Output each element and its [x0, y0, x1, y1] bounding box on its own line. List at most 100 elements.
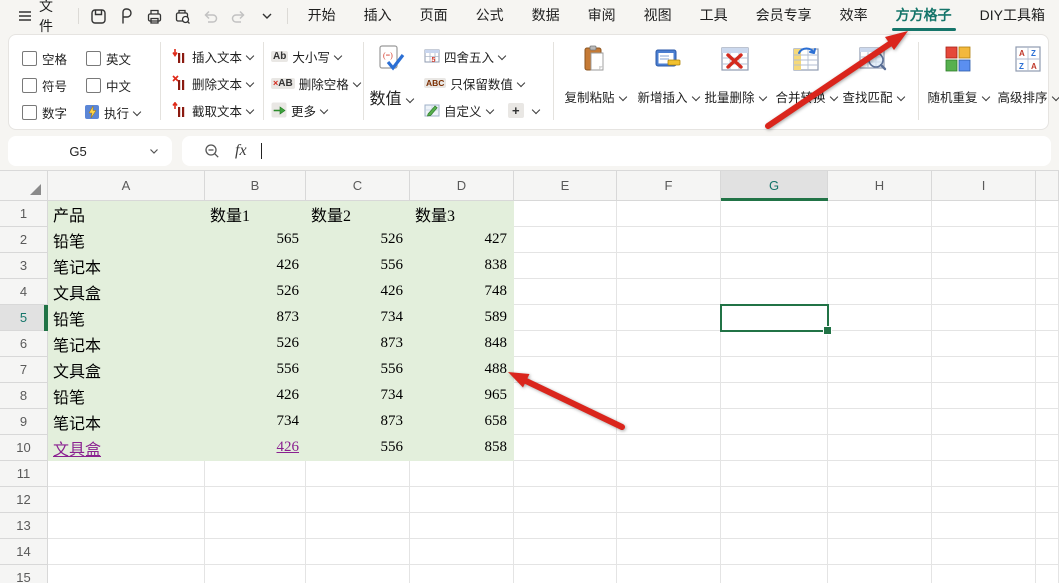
cell-J5[interactable]	[1036, 305, 1059, 331]
more-button[interactable]: 更多	[271, 100, 327, 120]
cell-A4[interactable]: 文具盒	[48, 279, 205, 305]
insert-text-button[interactable]: 插入文本	[172, 46, 253, 66]
cell-F9[interactable]	[617, 409, 721, 435]
row-header-4[interactable]: 4	[0, 279, 48, 305]
cell-B5[interactable]: 873	[205, 305, 306, 331]
cell-D4[interactable]: 748	[410, 279, 514, 305]
cell-G6[interactable]	[721, 331, 828, 357]
column-header-C[interactable]: C	[306, 171, 410, 201]
select-all-corner[interactable]	[0, 171, 48, 201]
cell-H5[interactable]	[828, 305, 932, 331]
tab-fangfanggezi[interactable]: 方方格子	[882, 0, 966, 32]
tab-tools[interactable]: 工具	[686, 0, 742, 32]
cell-I4[interactable]	[932, 279, 1036, 305]
fill-handle[interactable]	[823, 326, 832, 335]
cell-C6[interactable]: 873	[306, 331, 410, 357]
cell-F11[interactable]	[617, 461, 721, 487]
tab-efficiency[interactable]: 效率	[826, 0, 882, 32]
cell-H3[interactable]	[828, 253, 932, 279]
cell-B14[interactable]	[205, 539, 306, 565]
hamburger-menu-icon[interactable]	[16, 7, 34, 25]
cell-A11[interactable]	[48, 461, 205, 487]
tab-view[interactable]: 视图	[630, 0, 686, 32]
cell-B11[interactable]	[205, 461, 306, 487]
column-header-B[interactable]: B	[205, 171, 306, 201]
cell-D13[interactable]	[410, 513, 514, 539]
cell-D8[interactable]: 965	[410, 383, 514, 409]
cell-I7[interactable]	[932, 357, 1036, 383]
keep-numeric-button[interactable]: ABC 只保留数值	[424, 73, 524, 93]
cell-I6[interactable]	[932, 331, 1036, 357]
cell-E10[interactable]	[514, 435, 617, 461]
cell-C13[interactable]	[306, 513, 410, 539]
cell-B7[interactable]: 556	[205, 357, 306, 383]
cell-E5[interactable]	[514, 305, 617, 331]
cell-D14[interactable]	[410, 539, 514, 565]
cell-E1[interactable]	[514, 201, 617, 227]
cell-F5[interactable]	[617, 305, 721, 331]
cell-G3[interactable]	[721, 253, 828, 279]
cell-A15[interactable]	[48, 565, 205, 583]
cell-B2[interactable]: 565	[205, 227, 306, 253]
random-repeat-button[interactable]: 随机重复	[925, 44, 991, 106]
cell-C3[interactable]: 556	[306, 253, 410, 279]
execute-button[interactable]: 执行	[84, 102, 140, 122]
cell-A6[interactable]: 笔记本	[48, 331, 205, 357]
cell-C2[interactable]: 526	[306, 227, 410, 253]
file-menu[interactable]: 文件	[39, 0, 66, 36]
row-header-1[interactable]: 1	[0, 201, 48, 227]
cell-D6[interactable]: 848	[410, 331, 514, 357]
cell-F6[interactable]	[617, 331, 721, 357]
cell-C11[interactable]	[306, 461, 410, 487]
tab-review[interactable]: 审阅	[574, 0, 630, 32]
cell-C8[interactable]: 734	[306, 383, 410, 409]
formula-input[interactable]: fx	[182, 136, 1051, 166]
row-header-14[interactable]: 14	[0, 539, 48, 565]
cell-D3[interactable]: 838	[410, 253, 514, 279]
cell-G8[interactable]	[721, 383, 828, 409]
checkbox-number[interactable]: 数字	[22, 102, 67, 122]
cell-C10[interactable]: 556	[306, 435, 410, 461]
cell-B13[interactable]	[205, 513, 306, 539]
tab-member[interactable]: 会员专享	[742, 0, 826, 32]
tab-data[interactable]: 数据	[518, 0, 574, 32]
merge-convert-button[interactable]: 合并转换	[773, 44, 839, 106]
cell-E14[interactable]	[514, 539, 617, 565]
cell-C5[interactable]: 734	[306, 305, 410, 331]
cell-J7[interactable]	[1036, 357, 1059, 383]
tab-page[interactable]: 页面	[406, 0, 462, 32]
checkbox-symbol[interactable]: 符号	[22, 75, 67, 95]
column-header-blank[interactable]	[1036, 171, 1059, 201]
row-header-13[interactable]: 13	[0, 513, 48, 539]
column-header-I[interactable]: I	[932, 171, 1036, 201]
cell-H8[interactable]	[828, 383, 932, 409]
name-box[interactable]: G5	[8, 136, 172, 166]
cell-I2[interactable]	[932, 227, 1036, 253]
numeric-button[interactable]: (=) 数值	[364, 44, 418, 109]
row-header-8[interactable]: 8	[0, 383, 48, 409]
cell-G7[interactable]	[721, 357, 828, 383]
cell-E15[interactable]	[514, 565, 617, 583]
case-button[interactable]: Ab 大小写	[271, 46, 341, 66]
checkbox-icon[interactable]	[86, 78, 101, 93]
cell-C1[interactable]: 数量2	[306, 201, 410, 227]
cell-D9[interactable]: 658	[410, 409, 514, 435]
cell-J6[interactable]	[1036, 331, 1059, 357]
cell-G1[interactable]	[721, 201, 828, 227]
cell-H1[interactable]	[828, 201, 932, 227]
cell-G2[interactable]	[721, 227, 828, 253]
print-icon[interactable]	[146, 7, 164, 25]
cell-C7[interactable]: 556	[306, 357, 410, 383]
cell-J10[interactable]	[1036, 435, 1059, 461]
cell-F10[interactable]	[617, 435, 721, 461]
cell-C12[interactable]	[306, 487, 410, 513]
cell-G12[interactable]	[721, 487, 828, 513]
checkbox-icon[interactable]	[22, 105, 37, 120]
cell-A3[interactable]: 笔记本	[48, 253, 205, 279]
cell-A1[interactable]: 产品	[48, 201, 205, 227]
cell-E8[interactable]	[514, 383, 617, 409]
cell-I1[interactable]	[932, 201, 1036, 227]
cell-E2[interactable]	[514, 227, 617, 253]
cell-A13[interactable]	[48, 513, 205, 539]
custom-button[interactable]: 自定义	[424, 100, 493, 120]
